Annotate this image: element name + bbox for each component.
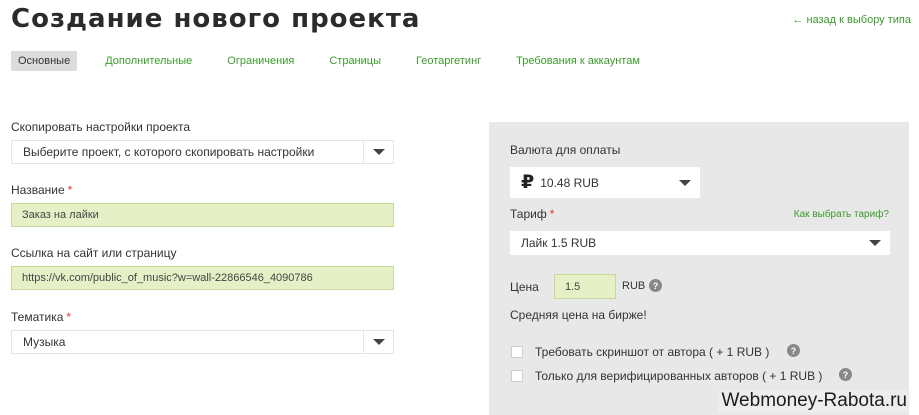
- payment-panel: Валюта для оплаты ₽ 10.48 RUB Тариф * Как…: [489, 122, 909, 415]
- price-unit: RUB: [622, 280, 646, 292]
- help-icon[interactable]: ?: [839, 368, 852, 381]
- price-input[interactable]: 1.5: [554, 274, 616, 299]
- copy-settings-value: Выберите проект, с которого скопировать …: [23, 145, 315, 159]
- name-input[interactable]: Заказ на лайки: [11, 203, 394, 227]
- name-label: Название *: [11, 183, 73, 197]
- currency-label: Валюта для оплаты: [510, 143, 621, 157]
- tariff-select[interactable]: Лайк 1.5 RUB: [510, 231, 890, 255]
- price-input-value: 1.5: [565, 280, 581, 293]
- watermark: Webmoney-Rabota.ru: [718, 390, 910, 412]
- tab-account-requirements[interactable]: Требования к аккаунтам: [509, 51, 647, 71]
- tab-additional[interactable]: Дополнительные: [98, 51, 199, 71]
- tab-restrictions[interactable]: Ограничения: [220, 51, 301, 71]
- name-input-value: Заказ на лайки: [22, 209, 99, 221]
- chevron-down-icon[interactable]: [363, 141, 393, 163]
- page-title: Создание нового проекта: [11, 4, 421, 34]
- link-label: Ссылка на сайт или страницу: [11, 246, 177, 260]
- require-screenshot-checkbox[interactable]: [511, 346, 523, 358]
- currency-select[interactable]: ₽ 10.48 RUB: [510, 167, 700, 198]
- tariff-label: Тариф *: [510, 207, 555, 221]
- avg-price-note: Средняя цена на бирже!: [510, 308, 647, 322]
- verified-only-checkbox[interactable]: [511, 370, 523, 382]
- ruble-icon: ₽: [521, 172, 535, 193]
- tariff-value: Лайк 1.5 RUB: [521, 236, 597, 250]
- required-mark: *: [67, 183, 73, 197]
- link-input[interactable]: https://vk.com/public_of_music?w=wall-22…: [11, 266, 394, 290]
- require-screenshot-label: Требовать скриншот от автора ( + 1 RUB ): [535, 345, 770, 359]
- tab-geotargeting[interactable]: Геотаргетинг: [409, 51, 488, 71]
- chevron-down-icon[interactable]: [670, 167, 700, 198]
- verified-only-label: Только для верифицированных авторов ( + …: [535, 369, 823, 383]
- link-input-value: https://vk.com/public_of_music?w=wall-22…: [22, 272, 313, 284]
- required-mark: *: [66, 310, 72, 324]
- currency-value: 10.48 RUB: [540, 175, 599, 190]
- tab-pages[interactable]: Страницы: [322, 51, 388, 71]
- copy-settings-label: Скопировать настройки проекта: [11, 120, 191, 134]
- help-icon[interactable]: ?: [649, 279, 662, 292]
- tab-bar: Основные Дополнительные Ограничения Стра…: [11, 51, 668, 71]
- topic-select[interactable]: Музыка: [11, 330, 394, 354]
- tariff-help-link[interactable]: Как выбрать тариф?: [794, 209, 889, 220]
- required-mark: *: [549, 207, 555, 221]
- chevron-down-icon[interactable]: [860, 231, 890, 255]
- tab-basic[interactable]: Основные: [11, 51, 78, 71]
- chevron-down-icon[interactable]: [363, 331, 393, 353]
- copy-settings-select[interactable]: Выберите проект, с которого скопировать …: [11, 140, 394, 164]
- back-to-type-link[interactable]: ← назад к выбору типа: [792, 14, 911, 26]
- price-label: Цена: [510, 280, 539, 294]
- help-icon[interactable]: ?: [787, 344, 800, 357]
- topic-label: Тематика *: [11, 310, 72, 324]
- topic-value: Музыка: [23, 335, 66, 349]
